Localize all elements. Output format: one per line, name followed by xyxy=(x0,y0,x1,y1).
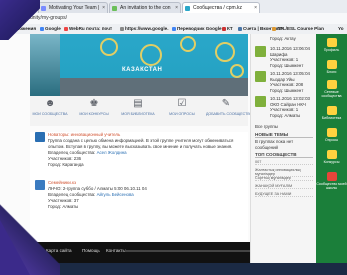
green-sidebar: Профиль Блоги Сетевые сообщества Библиот… xyxy=(316,34,347,263)
ornament-icon xyxy=(230,64,244,78)
poll-icon xyxy=(326,128,337,137)
banner-title: КАЗАКСТАН xyxy=(122,67,163,73)
bookmark-item[interactable]: WebRu почта: почт xyxy=(64,26,112,31)
bookmark-item[interactable]: Переводчик Google xyxy=(172,26,222,31)
menu-item-my-polls[interactable]: ☑ МОИ ОПРОСЫ xyxy=(162,98,202,126)
group-thumbnail[interactable] xyxy=(255,46,266,57)
sidebar-item-contests[interactable]: Конкурсы xyxy=(316,150,347,164)
photo-corner-overlay xyxy=(0,0,40,40)
recent-group[interactable]: 10.11.2016 13:05:04 Кыздар Уйы Участников… xyxy=(270,71,310,93)
ornament-icon xyxy=(100,38,118,56)
group-thumbnail[interactable] xyxy=(255,96,266,107)
ornament-icon xyxy=(140,44,162,66)
network-icon xyxy=(326,80,337,89)
top-communities-heading: ТОП СООБЩЕСТВ xyxy=(255,152,313,158)
menu-item-add-community[interactable]: ✎ ДОБАВИТЬ СООБЩЕСТВО xyxy=(206,98,252,126)
menu-item-my-library[interactable]: ▤ МОЯ БИБЛИОТЕКА xyxy=(118,98,158,126)
ornament-icon xyxy=(180,36,196,52)
top-community-item[interactable]: БУДУЩЕЕ ЗА НАМИ xyxy=(255,192,313,197)
screen: Motivating Your Team | × An invitation t… xyxy=(0,0,347,275)
header-banner: КАЗАКСТАН xyxy=(30,34,248,96)
recent-group[interactable]: 10.11.2016 13:02:03 ОКО Сайран НКЧ Участн… xyxy=(270,96,310,118)
all-groups-link[interactable]: Все группы xyxy=(255,124,278,130)
browser-tab-active[interactable]: Сообщества / cpm.kz × xyxy=(182,2,260,13)
new-topics-heading: НОВЫЕ ТЕМЫ xyxy=(255,132,313,138)
blog-icon xyxy=(326,60,337,69)
favicon-icon xyxy=(112,6,117,11)
close-tab-icon[interactable]: × xyxy=(175,3,178,13)
close-tab-icon[interactable]: × xyxy=(102,3,105,13)
sidebar-item-networks[interactable]: Сетевые сообщества xyxy=(316,80,347,98)
browser-tab-bar: Motivating Your Team | × An invitation t… xyxy=(0,0,347,14)
community-thumbnail[interactable] xyxy=(35,132,45,142)
header-photo xyxy=(30,34,60,96)
community-description: Группа создана с целью обмена информацие… xyxy=(48,138,234,149)
browser-tab[interactable]: An invitation to the con × xyxy=(109,2,181,13)
sidebar-item-library[interactable]: Библиотека xyxy=(316,106,347,120)
close-tab-icon[interactable]: × xyxy=(254,3,257,13)
bookmark-item[interactable]: Yo xyxy=(338,26,344,31)
add-document-icon: ✎ xyxy=(221,98,231,109)
bookmark-item[interactable]: SFL/ESL Course Plan xyxy=(272,26,324,31)
menu-item-my-communities[interactable]: ☻ МОИ СООБЩЕСТВА xyxy=(30,98,70,126)
right-column: Город: Актау 10.11.2016 13:06:04 Шарифа У… xyxy=(250,34,317,263)
library-icon xyxy=(326,106,337,115)
browser-tab[interactable]: Motivating Your Team | × xyxy=(38,2,108,13)
bookmark-item[interactable]: https://www.google. xyxy=(120,26,168,31)
footer-link-contacts[interactable]: Контакты xyxy=(106,248,126,253)
poll-icon: ☑ xyxy=(177,98,187,109)
trophy-icon xyxy=(326,150,337,159)
menu-item-my-contests[interactable]: ♚ МОИ КОНКУРСЫ xyxy=(74,98,114,126)
favicon-icon xyxy=(41,6,46,11)
sidebar-item-blogs[interactable]: Блоги xyxy=(316,60,347,74)
location-pin-icon xyxy=(326,172,337,181)
trophy-icon: ♚ xyxy=(89,98,99,109)
top-community-item[interactable]: ЖАНАҚОЙ МУҒАЛІМ xyxy=(255,184,313,189)
ornament-icon xyxy=(215,42,235,62)
profile-icon xyxy=(326,38,337,47)
owner-link[interactable]: Айгуль Бейсенова xyxy=(97,192,134,197)
top-community-item[interactable]: Сорттық мұғалімдер xyxy=(255,176,313,181)
sidebar-item-my-school[interactable]: Сообщество моей школы xyxy=(316,172,347,190)
sidebar-item-profile[interactable]: Профиль xyxy=(316,38,347,52)
bookmark-item[interactable]: Google xyxy=(40,26,61,31)
sidebar-item-polls[interactable]: Опросы xyxy=(316,128,347,142)
mountain-silhouette xyxy=(30,78,248,96)
new-topics-empty: В группах пока нет сообщений xyxy=(255,139,294,150)
book-icon: ▤ xyxy=(133,98,143,109)
owner-link[interactable]: Асел Жолдина xyxy=(97,150,127,155)
favicon-icon xyxy=(185,6,190,11)
people-icon: ☻ xyxy=(44,98,56,109)
community-menu: ☻ МОИ СООБЩЕСТВА ♚ МОИ КОНКУРСЫ ▤ МОЯ БИ… xyxy=(30,96,252,126)
top-community-item[interactable]: 007 xyxy=(255,160,313,165)
footer-link-help[interactable]: Помощь xyxy=(82,248,100,253)
recent-group[interactable]: 10.11.2016 13:06:04 Шарифа Участников: 1Г… xyxy=(270,46,310,68)
group-thumbnail[interactable] xyxy=(255,71,266,82)
bookmark-item[interactable]: КТ xyxy=(222,26,233,31)
